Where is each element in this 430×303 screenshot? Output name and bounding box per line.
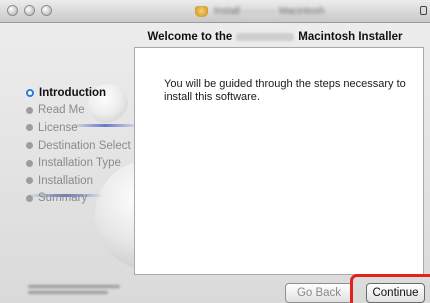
sidebar-step: License [26, 119, 131, 137]
step-bullet-icon [26, 142, 33, 150]
sidebar-step-label: License [38, 121, 78, 134]
page-title-suffix: Macintosh Installer [298, 31, 403, 43]
go-back-button[interactable]: Go Back [285, 283, 353, 303]
sidebar: Introduction Read Me License Destination Se… [0, 22, 135, 303]
minimize-button[interactable] [24, 5, 35, 16]
package-icon [195, 5, 208, 17]
sidebar-step: Installation [26, 172, 131, 190]
sidebar-step-label: Installation [38, 174, 93, 187]
redacted-product-name [236, 33, 295, 41]
continue-button[interactable]: Continue [366, 283, 425, 303]
sidebar-step-label: Installation Type [38, 157, 121, 170]
zoom-button[interactable] [41, 5, 52, 16]
close-button[interactable] [7, 5, 18, 16]
sidebar-step: Summary [26, 190, 131, 208]
content-pane: You will be guided through the steps nec… [134, 47, 424, 275]
step-bullet-icon [26, 177, 33, 185]
window-title-text: Install ·········· Macintosh [214, 5, 325, 17]
current-step-icon [26, 88, 34, 97]
sidebar-step: Installation Type [26, 154, 131, 172]
sidebar-step-label: Destination Select [38, 139, 131, 152]
page-title-prefix: Welcome to the [147, 31, 233, 43]
step-bullet-icon [26, 124, 33, 132]
step-bullet-icon [26, 106, 33, 114]
step-bullet-icon [26, 194, 33, 202]
step-list: Introduction Read Me License Destination Se… [26, 84, 131, 207]
step-bullet-icon [26, 159, 33, 167]
sidebar-step-label: Read Me [38, 104, 85, 117]
sidebar-step: Read Me [26, 102, 131, 120]
intro-message: You will be guided through the steps nec… [164, 78, 406, 103]
window-title: Install ·········· Macintosh [195, 4, 325, 18]
sidebar-step-label: Summary [38, 192, 88, 205]
sidebar-step: Introduction [26, 84, 131, 102]
sidebar-step-label: Introduction [39, 86, 107, 99]
sidebar-step: Destination Select [26, 137, 131, 155]
installer-window: Install ·········· Macintosh Welcome to … [0, 0, 430, 303]
footer-fine-print [28, 285, 126, 295]
page-title: Welcome to the Macintosh Installer [120, 27, 430, 47]
lock-icon[interactable] [420, 6, 427, 15]
title-bar: Install ·········· Macintosh [0, 0, 430, 23]
